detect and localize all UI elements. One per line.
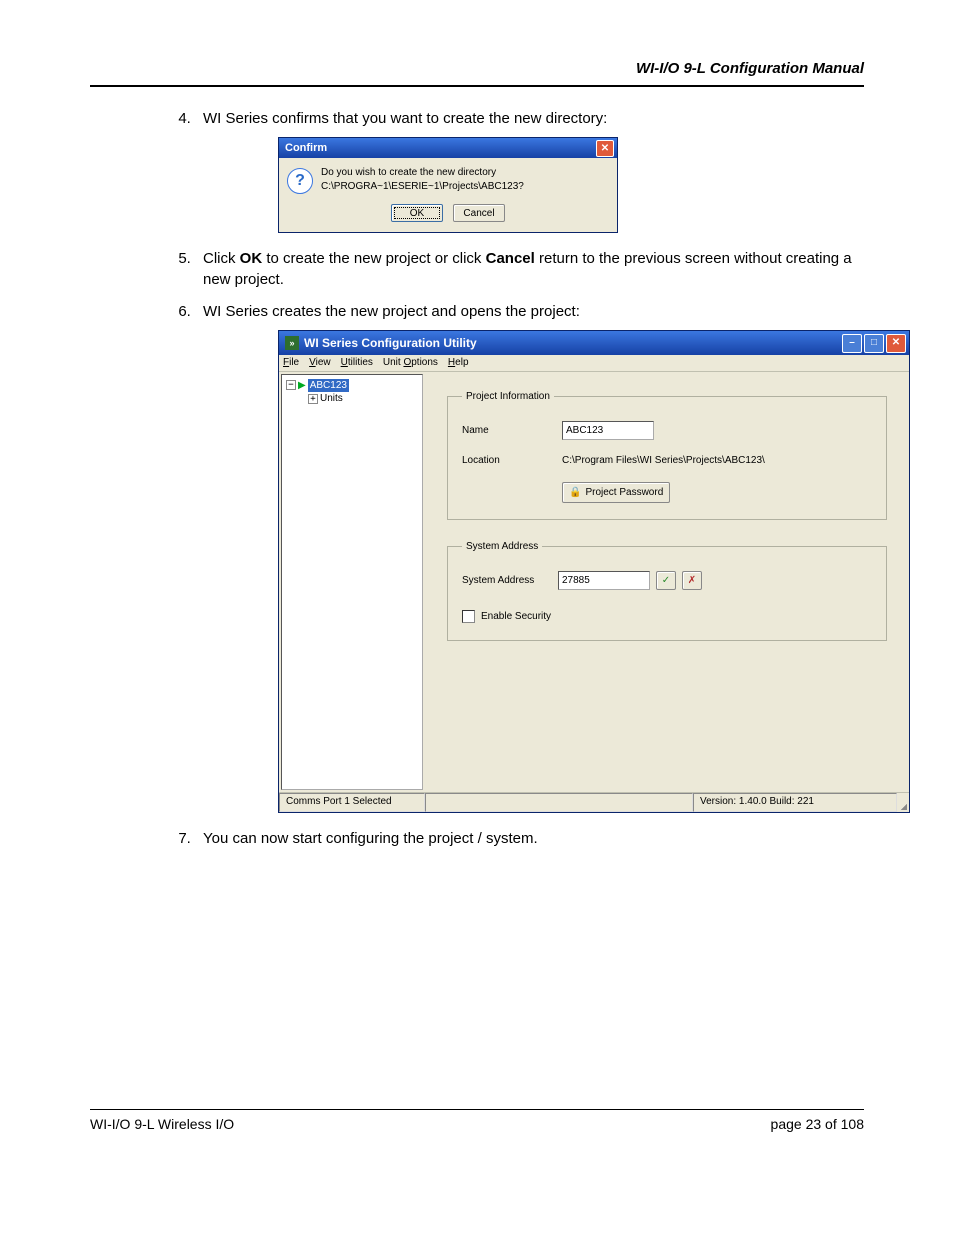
menu-bar: File View Utilities Unit Options Help <box>279 355 909 372</box>
system-address-group: System Address System Address ✓ ✗ Enable… <box>447 540 887 641</box>
system-address-label: System Address <box>462 574 552 588</box>
menu-help[interactable]: Help <box>448 356 469 370</box>
app-titlebar: » WI Series Configuration Utility – □ ✕ <box>279 330 909 355</box>
app-window: » WI Series Configuration Utility – □ ✕ … <box>278 330 910 813</box>
check-icon[interactable]: ✓ <box>656 571 676 590</box>
enable-security-checkbox[interactable] <box>462 610 475 623</box>
lock-icon: 🔒 <box>569 487 581 498</box>
menu-utilities[interactable]: Utilities <box>341 356 373 370</box>
app-title: WI Series Configuration Utility <box>304 335 477 351</box>
status-right: Version: 1.40.0 Build: 221 <box>693 793 897 812</box>
confirm-titlebar: Confirm ✕ <box>279 138 617 158</box>
doc-header: WI-I/O 9-L Configuration Manual <box>90 60 864 77</box>
ok-button[interactable]: OK <box>391 204 443 222</box>
confirm-dialog: Confirm ✕ ? Do you wish to create the ne… <box>278 137 618 233</box>
status-bar: Comms Port 1 Selected Version: 1.40.0 Bu… <box>279 792 909 812</box>
step-7: You can now start configuring the projec… <box>195 829 864 849</box>
tree-root-selected[interactable]: ABC123 <box>308 379 349 393</box>
status-mid <box>425 793 693 812</box>
tree-expand-icon[interactable]: + <box>308 394 318 404</box>
tree-arrow-icon: ▶ <box>298 379 306 393</box>
menu-unit-options[interactable]: Unit Options <box>383 356 438 370</box>
system-address-input[interactable] <box>558 571 650 590</box>
close-icon[interactable]: ✕ <box>886 334 906 353</box>
step-4: WI Series confirms that you want to crea… <box>195 109 864 233</box>
step-6: WI Series creates the new project and op… <box>195 302 864 813</box>
location-value: C:\Program Files\WI Series\Projects\ABC1… <box>562 454 765 468</box>
confirm-message: Do you wish to create the new directory … <box>321 166 609 193</box>
enable-security-label: Enable Security <box>481 610 551 624</box>
x-icon[interactable]: ✗ <box>682 571 702 590</box>
step-5: Click OK to create the new project or cl… <box>195 249 864 290</box>
footer-left: WI-I/O 9-L Wireless I/O <box>90 1116 234 1132</box>
tree-collapse-icon[interactable]: − <box>286 380 296 390</box>
close-icon[interactable]: ✕ <box>596 140 614 157</box>
system-address-legend: System Address <box>462 540 542 554</box>
maximize-icon[interactable]: □ <box>864 334 884 353</box>
project-info-group: Project Information Name Location C:\Pro… <box>447 390 887 520</box>
tree-pane[interactable]: − ▶ ABC123 + Units <box>281 374 423 790</box>
project-info-legend: Project Information <box>462 390 554 404</box>
minimize-icon[interactable]: – <box>842 334 862 353</box>
resize-grip-icon[interactable] <box>897 793 909 812</box>
menu-file[interactable]: File <box>283 356 299 370</box>
app-icon: » <box>285 336 299 350</box>
status-left: Comms Port 1 Selected <box>279 793 425 812</box>
header-rule <box>90 85 864 87</box>
tree-child-units[interactable]: Units <box>320 392 343 406</box>
name-label: Name <box>462 424 552 438</box>
name-input[interactable] <box>562 421 654 440</box>
project-password-button[interactable]: 🔒 Project Password <box>562 482 670 503</box>
location-label: Location <box>462 454 552 468</box>
cancel-button[interactable]: Cancel <box>453 204 505 222</box>
page-footer: WI-I/O 9-L Wireless I/O page 23 of 108 <box>90 1109 864 1132</box>
form-pane: Project Information Name Location C:\Pro… <box>425 372 909 792</box>
question-icon: ? <box>287 168 313 194</box>
confirm-title: Confirm <box>285 141 327 156</box>
footer-right: page 23 of 108 <box>771 1116 864 1132</box>
menu-view[interactable]: View <box>309 356 331 370</box>
